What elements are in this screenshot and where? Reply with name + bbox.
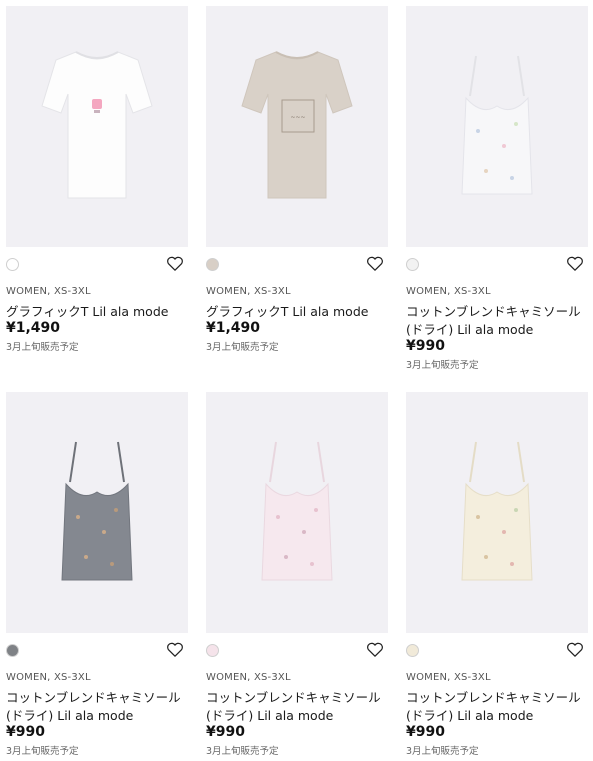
camisole-image [61,441,133,581]
product-meta: WOMEN, XS-3XL [206,286,291,297]
camisole-image [461,441,533,581]
product-image[interactable] [6,6,188,247]
color-swatch[interactable] [6,644,19,657]
product-name[interactable]: コットンブレンドキャミソール(ドライ) Lil ala mode [406,689,588,725]
availability-note: 3月上旬販売予定 [206,746,279,757]
product-price: ¥990 [406,724,445,740]
svg-text:~~~: ~~~ [290,114,305,121]
product-price: ¥990 [206,724,245,740]
availability-note: 3月上旬販売予定 [6,342,79,353]
product-price: ¥990 [406,338,445,354]
product-image[interactable] [406,392,588,633]
product-meta: WOMEN, XS-3XL [206,672,291,683]
tshirt-image [41,51,153,199]
product-name[interactable]: コットンブレンドキャミソール(ドライ) Lil ala mode [6,689,188,725]
heart-icon[interactable] [366,256,384,272]
availability-note: 3月上旬販売予定 [406,746,479,757]
color-swatch[interactable] [406,644,419,657]
product-meta: WOMEN, XS-3XL [406,286,491,297]
camisole-image [261,441,333,581]
heart-icon[interactable] [366,642,384,658]
product-name[interactable]: グラフィックT Lil ala mode [206,303,388,321]
product-price: ¥1,490 [6,320,61,336]
product-name[interactable]: グラフィックT Lil ala mode [6,303,188,321]
product-image[interactable] [206,392,388,633]
product-name[interactable]: コットンブレンドキャミソール(ドライ) Lil ala mode [406,303,588,339]
camisole-image [461,55,533,195]
product-meta: WOMEN, XS-3XL [6,286,91,297]
product-price: ¥990 [6,724,45,740]
product-name[interactable]: コットンブレンドキャミソール(ドライ) Lil ala mode [206,689,388,725]
availability-note: 3月上旬販売予定 [406,360,479,371]
product-price: ¥1,490 [206,320,261,336]
color-swatch[interactable] [206,258,219,271]
heart-icon[interactable] [166,256,184,272]
product-meta: WOMEN, XS-3XL [406,672,491,683]
heart-icon[interactable] [566,642,584,658]
color-swatch[interactable] [206,644,219,657]
product-meta: WOMEN, XS-3XL [6,672,91,683]
color-swatch[interactable] [406,258,419,271]
product-image[interactable] [6,392,188,633]
tshirt-image: ~~~ [241,51,353,199]
availability-note: 3月上旬販売予定 [6,746,79,757]
color-swatch[interactable] [6,258,19,271]
product-image[interactable] [406,6,588,247]
heart-icon[interactable] [166,642,184,658]
product-image[interactable]: ~~~ [206,6,388,247]
availability-note: 3月上旬販売予定 [206,342,279,353]
heart-icon[interactable] [566,256,584,272]
